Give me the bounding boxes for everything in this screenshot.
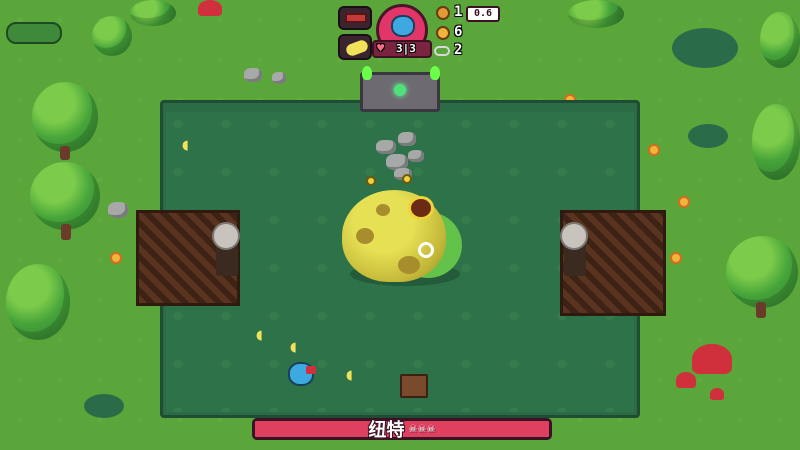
banana-bunch-icon: [344, 38, 370, 58]
tree: [30, 162, 100, 230]
banana-pickup: ◖: [290, 340, 297, 355]
banana-pickup: ◖: [182, 138, 189, 153]
rock: [244, 68, 262, 82]
sawblade-icon: [560, 222, 588, 250]
coin-count: 6: [454, 24, 463, 40]
treasure-chest: [400, 374, 428, 398]
heart-icon: ♥: [377, 41, 385, 55]
fallen-log: [6, 22, 62, 44]
boss-spot: [398, 256, 420, 274]
green-flame-icon: [362, 66, 372, 80]
boss-difficulty-skulls: ☠☠☠: [408, 423, 436, 435]
boss-label: 纽特 ☠☠☠: [252, 417, 552, 441]
player-weapon-icon: [306, 366, 316, 374]
boss-eye-flower-icon: [408, 196, 434, 220]
xp-value: 0.6: [466, 6, 500, 22]
flower: [112, 254, 120, 262]
health-value: 3|3: [396, 42, 416, 55]
mushroom: [676, 372, 696, 388]
flower: [680, 198, 688, 206]
aim-reticle-icon: [418, 242, 434, 258]
boss-spot: [376, 204, 390, 216]
flower: [672, 254, 680, 262]
rock: [108, 202, 128, 218]
sawblade-icon: [212, 222, 240, 250]
bird-portrait-icon: [391, 15, 415, 37]
health-display: ♥ 3|3: [372, 40, 432, 58]
tree-trunk: [60, 146, 70, 160]
stepping-stone: [376, 140, 396, 154]
gate-gem-icon: [394, 84, 406, 96]
tree-trunk: [756, 302, 766, 318]
mushroom: [692, 344, 732, 374]
tree-trunk: [61, 224, 71, 240]
tree: [6, 264, 70, 340]
tree: [130, 0, 176, 26]
tree: [752, 104, 800, 180]
tree: [568, 0, 624, 28]
banana-pickup: ◖: [346, 368, 353, 383]
tree: [726, 236, 798, 308]
game-scene: ◖ ◖ ◖ ◖ ♥ 3|3 1 0.6 6 2 纽特 ☠☠☠: [0, 0, 800, 450]
flower: [650, 146, 658, 154]
stepping-stone: [398, 132, 416, 146]
banana-pickup: ◖: [256, 328, 263, 343]
coin-top-count: 1: [454, 4, 463, 20]
rock: [272, 72, 286, 84]
boss-spot: [356, 228, 374, 244]
mushroom: [198, 0, 222, 16]
gold-coin-icon: [436, 26, 450, 40]
coin-icon: [436, 6, 450, 20]
boss-antenna: [402, 174, 412, 184]
item-slot: [338, 34, 372, 60]
mushroom: [710, 388, 724, 400]
tree: [92, 16, 132, 56]
tree: [760, 12, 800, 68]
pond: [672, 28, 738, 68]
key-count: 2: [454, 42, 463, 58]
pond: [84, 394, 124, 418]
boss-name: 纽特: [368, 420, 405, 441]
stepping-stone: [408, 150, 424, 162]
key-icon: [434, 46, 450, 56]
tree: [32, 82, 98, 152]
pond: [688, 124, 728, 148]
crossbow-icon: [345, 13, 367, 23]
boss-antenna: [366, 176, 376, 186]
weapon-slot: [338, 6, 372, 30]
green-flame-icon: [430, 66, 440, 80]
